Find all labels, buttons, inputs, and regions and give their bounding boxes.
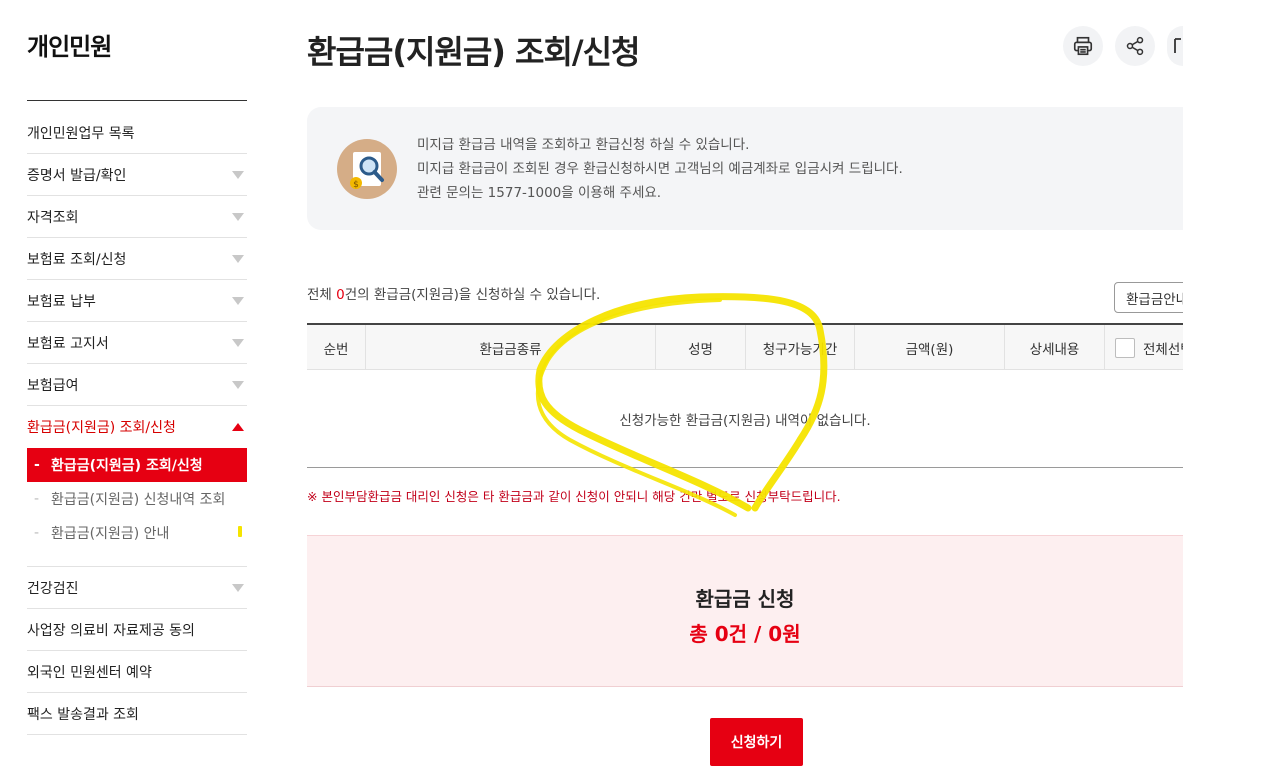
sidebar-title: 개인민원	[27, 33, 112, 61]
sidebar-item-foreigner-center[interactable]: 외국인 민원센터 예약	[27, 651, 247, 693]
apply-button[interactable]: 신청하기	[710, 718, 803, 766]
submenu-item-label: 환급금(지원금) 안내	[51, 526, 170, 542]
column-header-name: 성명	[656, 325, 746, 370]
sidebar-item-label: 외국인 민원센터 예약	[27, 664, 152, 681]
result-count: 전체 0건의 환급금(지원금)을 신청하실 수 있습니다.	[307, 283, 600, 303]
refund-table: 순번 환급금종류 성명 청구가능기간 금액(원) 상세내용 전체선택 신청가능한…	[307, 323, 1183, 468]
column-header-index: 순번	[307, 325, 366, 370]
print-button[interactable]	[1063, 26, 1103, 66]
table-header: 순번 환급금종류 성명 청구가능기간 금액(원) 상세내용 전체선택	[307, 323, 1183, 370]
guide-button-clip: 환급금안내	[1114, 280, 1183, 316]
share-icon	[1126, 36, 1144, 56]
submenu-item-label: 환급금(지원금) 신청내역 조회	[51, 492, 226, 508]
svg-text:$: $	[353, 180, 359, 190]
chevron-down-icon	[232, 212, 244, 221]
sidebar-item-label: 보험료 고지서	[27, 335, 109, 352]
count-number: 0	[336, 287, 345, 303]
sidebar-submenu: - 환급금(지원금) 조회/신청 - 환급금(지원금) 신청내역 조회 - 환급…	[27, 448, 247, 567]
info-line: 미지급 환급금 내역을 조회하고 환급신청 하실 수 있습니다.	[417, 137, 750, 153]
column-header-detail: 상세내용	[1005, 325, 1105, 370]
sidebar-item-premium-payment[interactable]: 보험료 납부	[27, 280, 247, 322]
sidebar-item-label: 증명서 발급/확인	[27, 167, 127, 184]
sidebar-menu: 개인민원업무 목록 증명서 발급/확인 자격조회 보험료 조회/신청 보험료 납…	[27, 112, 247, 735]
sidebar-item-label: 환급금(지원금) 조회/신청	[27, 420, 176, 436]
sidebar-item-label: 건강검진	[27, 580, 79, 597]
sidebar-item-label: 보험료 납부	[27, 293, 96, 310]
page-title: 환급금(지원금) 조회/신청	[307, 33, 640, 71]
dash-icon: -	[34, 525, 40, 541]
sidebar-item-label: 보험급여	[27, 377, 79, 394]
table-empty-message: 신청가능한 환급금(지원금) 내역이 없습니다.	[307, 370, 1183, 468]
sidebar-item-label: 개인민원업무 목록	[27, 125, 135, 142]
sidebar-item-civil-list[interactable]: 개인민원업무 목록	[27, 112, 247, 154]
refund-guide-button[interactable]: 환급금안내	[1114, 282, 1183, 313]
sidebar-item-refund[interactable]: 환급금(지원금) 조회/신청	[27, 406, 247, 448]
info-line: 관련 문의는 1577-1000을 이용해 주세요.	[417, 185, 662, 201]
chevron-down-icon	[232, 296, 244, 305]
sidebar-item-fax-result[interactable]: 팩스 발송결과 조회	[27, 693, 247, 735]
sidebar-item-premium-bill[interactable]: 보험료 고지서	[27, 322, 247, 364]
bookmark-button[interactable]	[1167, 26, 1183, 66]
chevron-down-icon	[232, 380, 244, 389]
select-all-checkbox[interactable]	[1115, 337, 1135, 358]
count-prefix: 전체	[307, 287, 337, 303]
notice-text: ※ 본인부담환급금 대리인 신청은 타 환급금과 같이 신청이 안되니 해당 건…	[307, 489, 841, 504]
document-search-icon: $	[337, 139, 397, 199]
count-suffix: 건의 환급금(지원금)을 신청하실 수 있습니다.	[344, 287, 601, 303]
sidebar-divider	[27, 100, 247, 101]
info-text: 미지급 환급금 내역을 조회하고 환급신청 하실 수 있습니다. 미지급 환급금…	[417, 133, 903, 205]
sidebar-item-label: 팩스 발송결과 조회	[27, 706, 139, 723]
sidebar-item-certificate[interactable]: 증명서 발급/확인	[27, 154, 247, 196]
chevron-up-icon	[232, 423, 244, 431]
sidebar-item-eligibility[interactable]: 자격조회	[27, 196, 247, 238]
sidebar-item-label: 보험료 조회/신청	[27, 251, 127, 268]
bookmark-icon	[1174, 38, 1181, 53]
sidebar-submenu-wrapper: - 환급금(지원금) 조회/신청 - 환급금(지원금) 신청내역 조회 - 환급…	[27, 448, 247, 567]
column-header-amount: 금액(원)	[855, 325, 1005, 370]
share-button[interactable]	[1115, 26, 1155, 66]
summary-title: 환급금 신청	[695, 587, 795, 611]
summary-total: 총 0건 / 0원	[689, 622, 801, 646]
info-box: $ 미지급 환급금 내역을 조회하고 환급신청 하실 수 있습니다. 미지급 환…	[307, 107, 1183, 230]
column-header-select-all: 전체선택	[1105, 325, 1183, 370]
submenu-item-refund-guide[interactable]: - 환급금(지원금) 안내	[27, 516, 247, 550]
submenu-item-refund-apply[interactable]: - 환급금(지원금) 조회/신청	[27, 448, 247, 482]
submenu-item-label: 환급금(지원금) 조회/신청	[51, 458, 203, 474]
sidebar-item-label: 사업장 의료비 자료제공 동의	[27, 622, 195, 639]
sidebar-item-benefits[interactable]: 보험급여	[27, 364, 247, 406]
chevron-down-icon	[232, 583, 244, 592]
sidebar-item-premium-inquiry[interactable]: 보험료 조회/신청	[27, 238, 247, 280]
column-header-period: 청구가능기간	[746, 325, 855, 370]
highlight-mark	[238, 526, 242, 537]
chevron-down-icon	[232, 254, 244, 263]
print-icon	[1073, 36, 1093, 56]
select-all-label: 전체선택	[1143, 341, 1183, 358]
chevron-down-icon	[232, 170, 244, 179]
chevron-down-icon	[232, 338, 244, 347]
sidebar-item-label: 자격조회	[27, 209, 79, 226]
sidebar-item-medical-consent[interactable]: 사업장 의료비 자료제공 동의	[27, 609, 247, 651]
column-header-type: 환급금종류	[366, 325, 656, 370]
dash-icon: -	[34, 457, 40, 473]
dash-icon: -	[34, 491, 40, 507]
sidebar-item-checkup[interactable]: 건강검진	[27, 567, 247, 609]
submenu-item-refund-history[interactable]: - 환급금(지원금) 신청내역 조회	[27, 482, 247, 516]
info-line: 미지급 환급금이 조회된 경우 환급신청하시면 고객님의 예금계좌로 입금시켜 …	[417, 161, 903, 177]
refund-summary: 환급금 신청 총 0건 / 0원	[307, 535, 1183, 687]
